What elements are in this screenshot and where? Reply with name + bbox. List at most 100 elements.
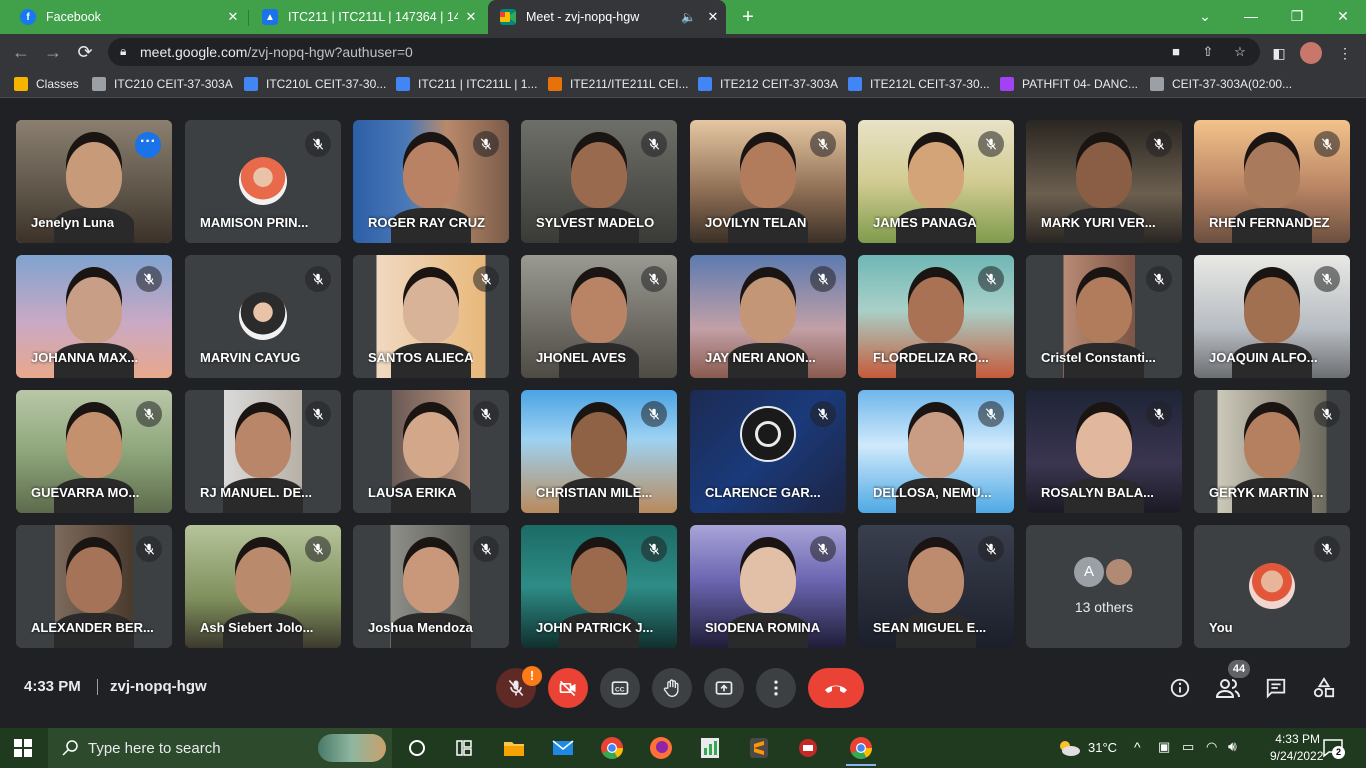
close-icon[interactable]: ✕ bbox=[220, 9, 246, 25]
present-screen-button[interactable] bbox=[704, 668, 744, 708]
bookmark-ite212l[interactable]: ITE212L CEIT-37-30... bbox=[848, 76, 990, 92]
mic-muted-icon bbox=[1146, 401, 1172, 427]
participant-tile[interactable]: JOVILYN TELAN bbox=[690, 120, 846, 243]
bookmark-itc210l[interactable]: ITC210L CEIT-37-30... bbox=[244, 76, 386, 92]
participant-tile[interactable]: JAMES PANAGA bbox=[858, 120, 1014, 243]
close-window-button[interactable]: ✕ bbox=[1320, 0, 1366, 34]
participant-tile[interactable]: Cristel Constanti... bbox=[1026, 255, 1182, 378]
bookmark-itc211[interactable]: ITC211 | ITC211L | 1... bbox=[396, 76, 537, 92]
tab-search-icon[interactable]: ⌄ bbox=[1182, 0, 1228, 34]
bookmark-star-icon[interactable]: ☆ bbox=[1230, 42, 1250, 62]
participant-tile[interactable]: MARVIN CAYUG bbox=[185, 255, 341, 378]
bookmark-ite211[interactable]: ITE211/ITE211L CEI... bbox=[548, 76, 689, 92]
chat-button[interactable] bbox=[1264, 676, 1288, 700]
others-tile[interactable]: A 13 others bbox=[1026, 525, 1182, 648]
file-explorer-icon[interactable] bbox=[502, 736, 526, 760]
profile-avatar[interactable] bbox=[1300, 42, 1322, 64]
captions-button[interactable]: CC bbox=[600, 668, 640, 708]
bookmark-classes[interactable]: Classes bbox=[14, 76, 79, 92]
participant-tile[interactable]: MAMISON PRIN... bbox=[185, 120, 341, 243]
participant-tile[interactable]: RJ MANUEL. DE... bbox=[185, 390, 341, 513]
participant-tile[interactable]: JOHANNA MAX... bbox=[16, 255, 172, 378]
menu-icon[interactable]: ⋮ bbox=[1334, 42, 1356, 64]
widgets-icon[interactable] bbox=[452, 736, 476, 760]
mic-muted-icon bbox=[641, 266, 667, 292]
minimize-button[interactable]: — bbox=[1228, 0, 1274, 34]
self-tile[interactable]: You bbox=[1194, 525, 1350, 648]
firefox-icon[interactable] bbox=[649, 736, 673, 760]
forward-button[interactable]: → bbox=[40, 40, 66, 66]
chevron-up-icon[interactable]: ^ bbox=[1134, 739, 1141, 755]
mail-icon[interactable] bbox=[551, 736, 575, 760]
participant-tile[interactable]: SIODENA ROMINA bbox=[690, 525, 846, 648]
people-button[interactable] bbox=[1216, 676, 1240, 700]
weather-icon[interactable] bbox=[1056, 738, 1082, 763]
game-app-icon[interactable] bbox=[796, 736, 820, 760]
chrome-icon[interactable] bbox=[600, 736, 624, 760]
bookmark-ite212[interactable]: ITE212 CEIT-37-303A bbox=[698, 76, 838, 92]
participant-tile[interactable]: GUEVARRA MO... bbox=[16, 390, 172, 513]
bookmark-ceit[interactable]: CEIT-37-303A(02:00... bbox=[1150, 76, 1292, 92]
new-tab-button[interactable]: + bbox=[736, 4, 760, 30]
participant-tile[interactable]: JOAQUIN ALFO... bbox=[1194, 255, 1350, 378]
leave-call-button[interactable] bbox=[808, 668, 864, 708]
participant-tile[interactable]: LAUSA ERIKA bbox=[353, 390, 509, 513]
taskbar-clock[interactable]: 4:33 PM 9/24/2022 bbox=[1270, 731, 1323, 765]
side-panel-icon[interactable]: ◧ bbox=[1268, 42, 1290, 64]
bookmark-pathfit[interactable]: PATHFIT 04- DANC... bbox=[1000, 76, 1138, 92]
participant-tile[interactable]: ROGER RAY CRUZ bbox=[353, 120, 509, 243]
camera-toggle-button[interactable] bbox=[548, 668, 588, 708]
participant-tile[interactable]: ··· Jenelyn Luna bbox=[16, 120, 172, 243]
participant-tile[interactable]: GERYK MARTIN ... bbox=[1194, 390, 1350, 513]
close-icon[interactable]: ✕ bbox=[458, 9, 484, 25]
battery-icon[interactable]: ▭ bbox=[1182, 739, 1194, 755]
participant-tile[interactable]: CHRISTIAN MILE... bbox=[521, 390, 677, 513]
raise-hand-button[interactable] bbox=[652, 668, 692, 708]
device-icon[interactable]: ▣ bbox=[1158, 739, 1170, 755]
close-icon[interactable]: ✕ bbox=[700, 9, 726, 25]
activities-button[interactable] bbox=[1312, 676, 1336, 700]
taskbar-search-box[interactable]: Type here to search bbox=[48, 728, 392, 768]
tab-itc211[interactable]: ▲ ITC211 | ITC211L | 147364 | 14736 ✕ bbox=[250, 0, 484, 34]
participant-tile[interactable]: JAY NERI ANON... bbox=[690, 255, 846, 378]
participant-tile[interactable]: SYLVEST MADELO bbox=[521, 120, 677, 243]
participant-tile[interactable]: MARK YURI VER... bbox=[1026, 120, 1182, 243]
meeting-details-button[interactable] bbox=[1168, 676, 1192, 700]
participant-tile[interactable]: DELLOSA, NEMU... bbox=[858, 390, 1014, 513]
participant-tile[interactable]: FLORDELIZA RO... bbox=[858, 255, 1014, 378]
tab-meet[interactable]: Meet - zvj-nopq-hgw 🔈 ✕ bbox=[488, 0, 726, 34]
volume-icon[interactable]: 🔊︎ bbox=[1228, 738, 1237, 755]
notification-center-button[interactable]: 2 bbox=[1322, 737, 1345, 759]
more-options-button[interactable] bbox=[756, 668, 796, 708]
share-icon[interactable]: ⇧ bbox=[1198, 42, 1218, 62]
back-button[interactable]: ← bbox=[8, 40, 34, 66]
reload-button[interactable]: ⟳ bbox=[72, 40, 98, 66]
bookmark-itc210[interactable]: ITC210 CEIT-37-303A bbox=[92, 76, 233, 92]
participant-tile[interactable]: ROSALYN BALA... bbox=[1026, 390, 1182, 513]
more-options-icon[interactable]: ··· bbox=[135, 132, 161, 158]
camera-icon[interactable]: ■ bbox=[1166, 42, 1186, 62]
windows-start-button[interactable] bbox=[14, 739, 32, 762]
participant-tile[interactable]: Ash Siebert Jolo... bbox=[185, 525, 341, 648]
restore-button[interactable]: ❐ bbox=[1274, 0, 1320, 34]
participant-tile[interactable]: JOHN PATRICK J... bbox=[521, 525, 677, 648]
lock-icon[interactable]: 🔒︎ bbox=[120, 44, 126, 59]
wifi-icon[interactable]: ◠ bbox=[1206, 739, 1217, 755]
speaker-icon[interactable]: 🔈 bbox=[681, 10, 696, 24]
participant-tile[interactable]: CLARENCE GAR... bbox=[690, 390, 846, 513]
participant-tile[interactable]: Joshua Mendoza bbox=[353, 525, 509, 648]
tab-facebook[interactable]: f Facebook ✕ bbox=[8, 0, 246, 34]
participant-tile[interactable]: ALEXANDER BER... bbox=[16, 525, 172, 648]
spreadsheet-app-icon[interactable] bbox=[698, 736, 722, 760]
search-icon bbox=[62, 740, 78, 756]
participant-tile[interactable]: RHEN FERNANDEZ bbox=[1194, 120, 1350, 243]
participant-tile[interactable]: SANTOS ALIECA bbox=[353, 255, 509, 378]
sublime-text-icon[interactable] bbox=[747, 736, 771, 760]
participant-tile[interactable]: SEAN MIGUEL E... bbox=[858, 525, 1014, 648]
mic-muted-icon bbox=[473, 401, 499, 427]
temperature-text[interactable]: 31°C bbox=[1088, 740, 1117, 755]
task-view-icon[interactable] bbox=[405, 736, 429, 760]
chrome-active-icon[interactable] bbox=[846, 734, 876, 766]
participant-tile[interactable]: JHONEL AVES bbox=[521, 255, 677, 378]
address-bar[interactable]: 🔒︎ meet.google.com/zvj-nopq-hgw?authuser… bbox=[108, 38, 1260, 66]
